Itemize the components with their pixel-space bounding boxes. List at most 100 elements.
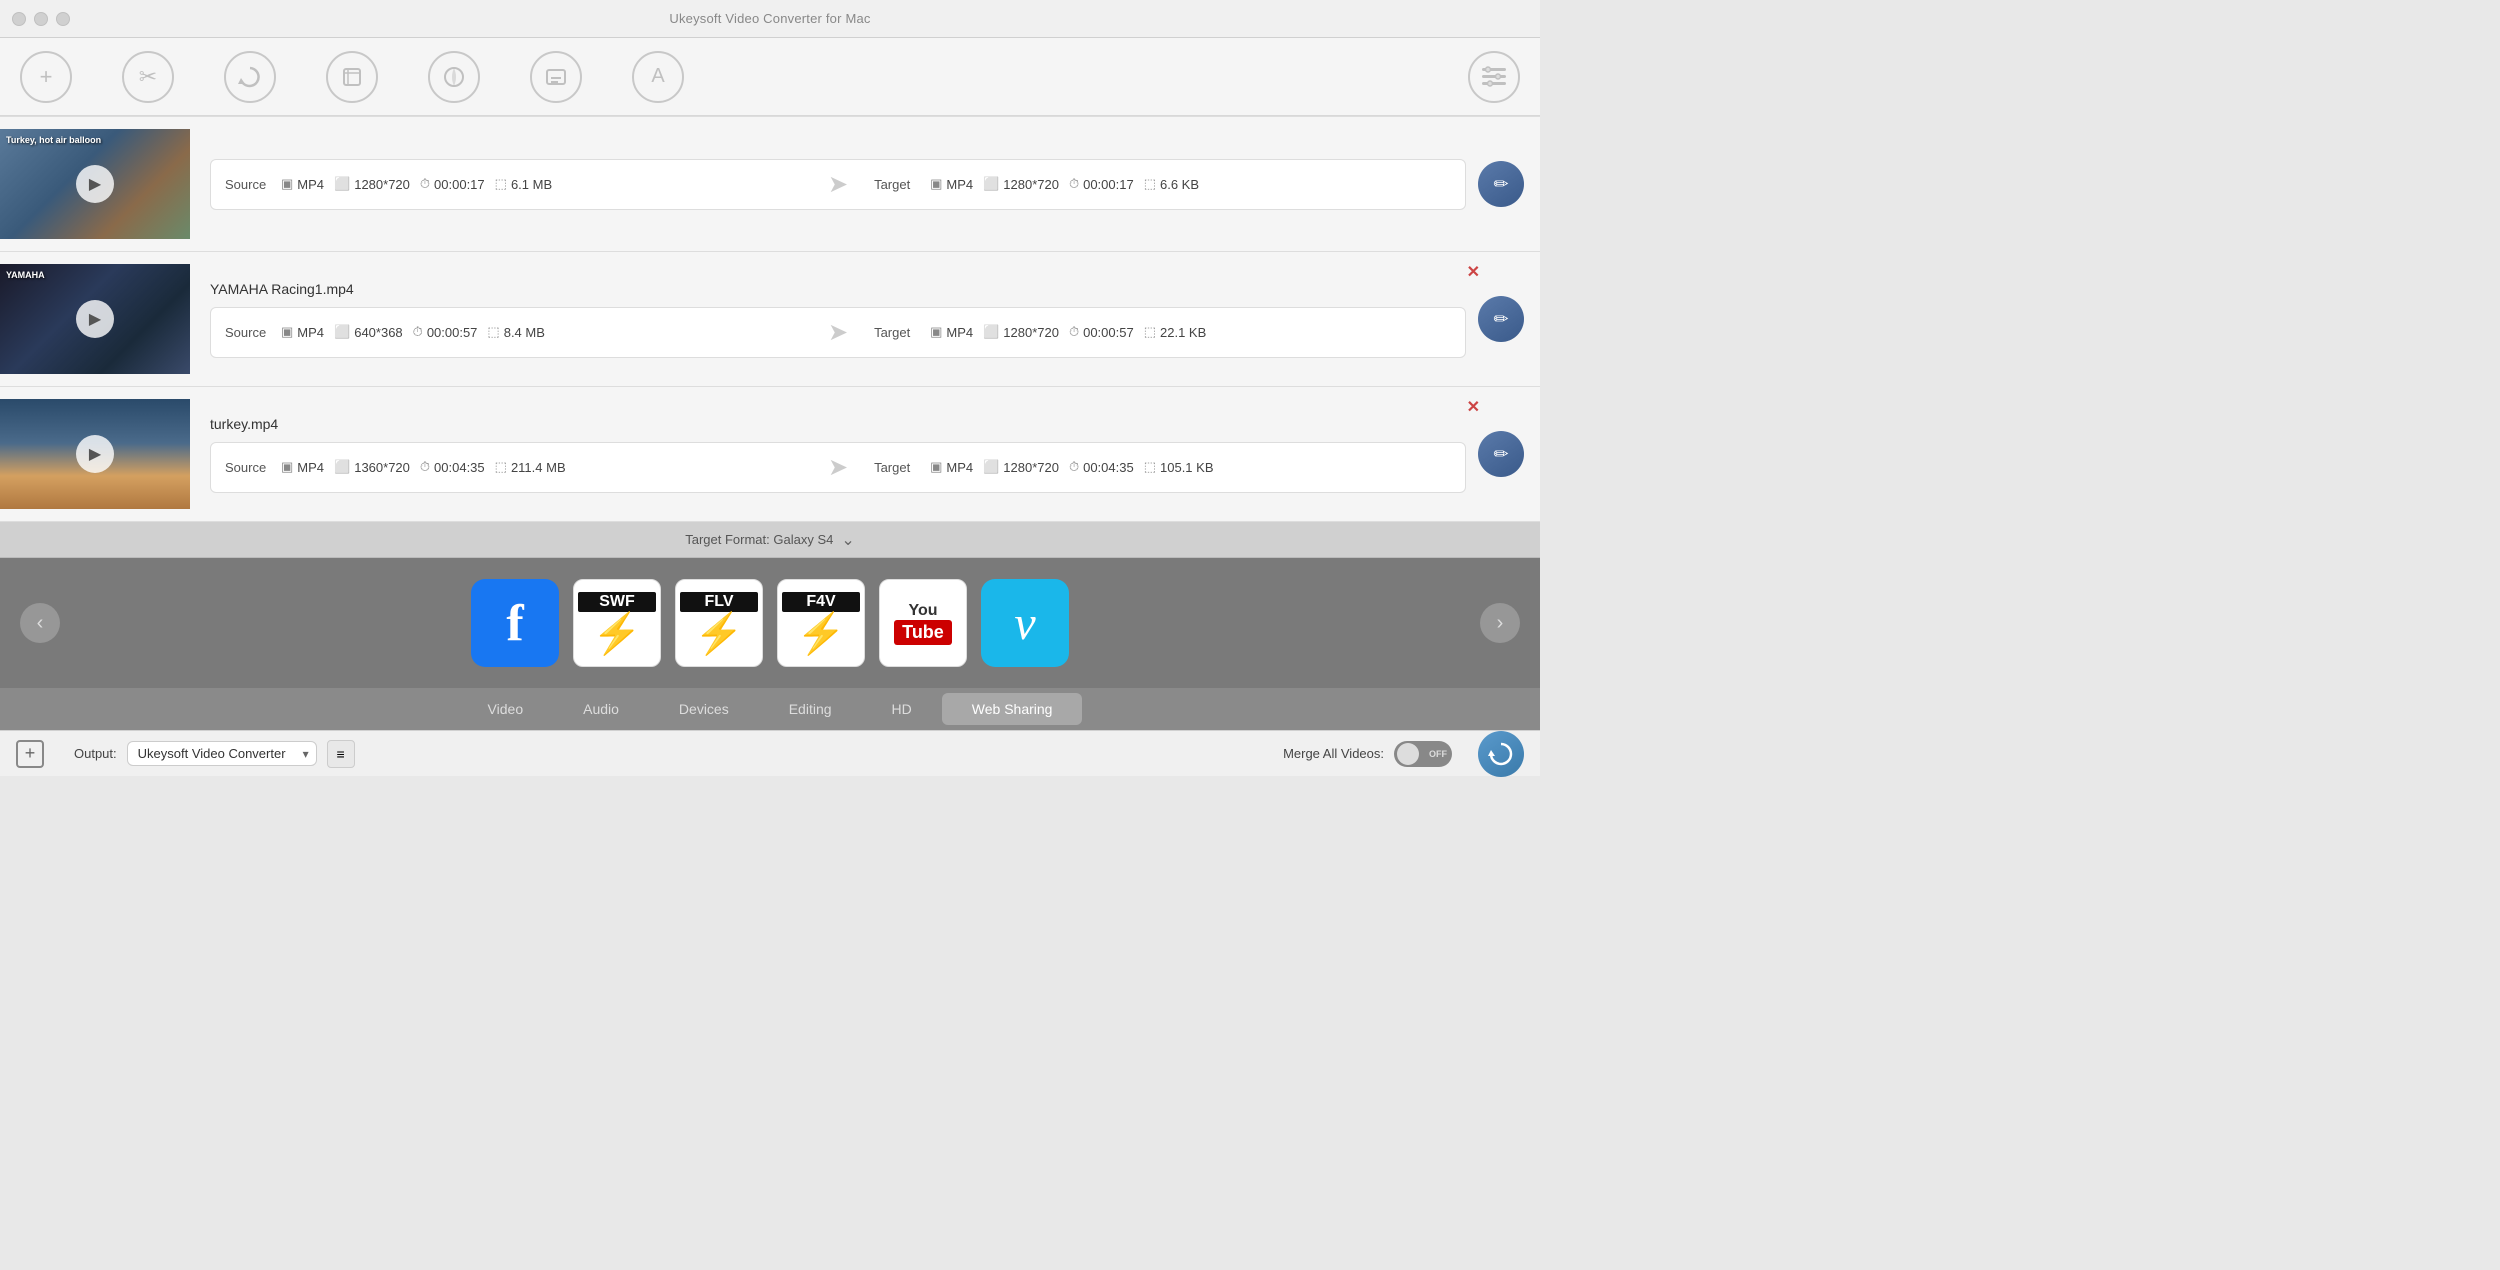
flv-label: FLV [680, 592, 758, 612]
target-meta: ▣ MP4 ⬜ 1280*720 ⏱ 00:00:17 ⬚ 6.6 KB [930, 176, 1451, 192]
format-icon: ▣ [281, 176, 293, 192]
format-icon: ▣ [930, 176, 942, 192]
output-label: Output: [74, 746, 117, 761]
add-icon[interactable]: + [20, 51, 72, 103]
toolbar: + ✂ A [0, 38, 1540, 116]
video-thumbnail[interactable]: ▶ [0, 399, 190, 509]
source-label: Source [225, 177, 275, 192]
format-vimeo[interactable]: v [981, 579, 1069, 667]
edit-button[interactable]: ✏ [1478, 161, 1524, 207]
format-icons-area: ‹ f SWF ⚡ FLV ⚡ F4V ⚡ You Tube [0, 558, 1540, 688]
video-row: Source ▣ MP4 ⬜ 1360*720 ⏱ 00:04:35 [210, 442, 1466, 493]
format-bar[interactable]: Target Format: Galaxy S4 ⌄ [0, 522, 1540, 558]
prev-arrow[interactable]: ‹ [20, 603, 60, 643]
toggle-state: OFF [1429, 749, 1447, 759]
watermark-icon[interactable]: A [632, 51, 684, 103]
output-folder-button[interactable]: ≡ [327, 740, 355, 768]
maximize-button[interactable] [56, 12, 70, 26]
source-resolution: ⬜ 1280*720 [334, 176, 410, 192]
source-format: ▣ MP4 [281, 176, 324, 192]
resolution-icon: ⬜ [983, 324, 999, 340]
f4v-label: F4V [782, 592, 860, 612]
target-label: Target [874, 177, 924, 192]
video-thumbnail[interactable]: ▶ YAMAHA [0, 264, 190, 374]
thumbnail-label: Turkey, hot air balloon [6, 135, 101, 145]
target-meta: ▣ MP4 ⬜ 1280*720 ⏱ 00:00:57 ⬚ 22.1 KB [930, 324, 1451, 340]
resolution-icon: ⬜ [334, 459, 350, 475]
close-video-button[interactable]: ✕ [1467, 262, 1480, 282]
format-f4v[interactable]: F4V ⚡ [777, 579, 865, 667]
vimeo-icon: v [1014, 596, 1035, 651]
chevron-down-icon: ⌄ [841, 530, 854, 550]
edit-button[interactable]: ✏ [1478, 296, 1524, 342]
size-icon: ⬚ [1144, 324, 1156, 340]
output-selector[interactable]: Ukeysoft Video Converter ▾ [127, 741, 317, 766]
video-title: YAMAHA Racing1.mp4 [210, 281, 1466, 297]
convert-icon[interactable]: ✂ [122, 51, 174, 103]
thumbnail-label: YAMAHA [6, 270, 45, 280]
merge-toggle[interactable]: OFF [1394, 741, 1452, 767]
tab-audio[interactable]: Audio [553, 693, 649, 725]
duration-icon: ⏱ [413, 324, 423, 340]
effect-icon[interactable] [428, 51, 480, 103]
size-icon: ⬚ [495, 459, 507, 475]
subtitle-icon[interactable] [530, 51, 582, 103]
resolution-icon: ⬜ [983, 176, 999, 192]
tab-web-sharing[interactable]: Web Sharing [942, 693, 1083, 725]
output-select[interactable]: Ukeysoft Video Converter [127, 741, 317, 766]
tab-devices[interactable]: Devices [649, 693, 759, 725]
duration-icon: ⏱ [1069, 176, 1079, 192]
format-flv[interactable]: FLV ⚡ [675, 579, 763, 667]
app-title: Ukeysoft Video Converter for Mac [669, 11, 870, 26]
close-button[interactable] [12, 12, 26, 26]
format-swf[interactable]: SWF ⚡ [573, 579, 661, 667]
arrow-divider: ➤ [808, 318, 868, 347]
close-video-button[interactable]: ✕ [1467, 397, 1480, 417]
target-duration: ⏱ 00:04:35 [1069, 459, 1134, 475]
convert-button[interactable] [1478, 731, 1524, 777]
target-size: ⬚ 22.1 KB [1144, 324, 1207, 340]
play-button[interactable]: ▶ [76, 435, 114, 473]
tab-editing[interactable]: Editing [759, 693, 862, 725]
play-button[interactable]: ▶ [76, 165, 114, 203]
add-video-button[interactable]: + [16, 740, 44, 768]
edit-button[interactable]: ✏ [1478, 431, 1524, 477]
merge-section: Merge All Videos: OFF [1283, 741, 1452, 767]
toggle-knob [1397, 743, 1419, 765]
format-icon: ▣ [930, 459, 942, 475]
target-size: ⬚ 6.6 KB [1144, 176, 1199, 192]
format-facebook[interactable]: f [471, 579, 559, 667]
tab-hd[interactable]: HD [862, 693, 942, 725]
settings-icon[interactable] [1468, 51, 1520, 103]
target-resolution: ⬜ 1280*720 [983, 324, 1059, 340]
video-row: Source ▣ MP4 ⬜ 1280*720 ⏱ 00:00:17 [210, 159, 1466, 210]
video-title: turkey.mp4 [210, 416, 1466, 432]
minimize-button[interactable] [34, 12, 48, 26]
merge-label: Merge All Videos: [1283, 746, 1384, 761]
target-format: ▣ MP4 [930, 176, 973, 192]
target-format: ▣ MP4 [930, 459, 973, 475]
flash-icon: ⚡ [694, 614, 744, 654]
video-list: ▶ Turkey, hot air balloon Source ▣ MP4 ⬜… [0, 116, 1540, 522]
format-icon: ▣ [281, 459, 293, 475]
format-youtube[interactable]: You Tube [879, 579, 967, 667]
size-icon: ⬚ [495, 176, 507, 192]
size-icon: ⬚ [1144, 459, 1156, 475]
video-item: ▶ YAMAHA YAMAHA Racing1.mp4 Source ▣ MP4… [0, 252, 1540, 387]
source-size: ⬚ 6.1 MB [495, 176, 552, 192]
next-arrow[interactable]: › [1480, 603, 1520, 643]
target-label: Target [874, 460, 924, 475]
target-format: ▣ MP4 [930, 324, 973, 340]
crop-icon[interactable] [326, 51, 378, 103]
source-resolution: ⬜ 640*368 [334, 324, 403, 340]
source-duration: ⏱ 00:04:35 [420, 459, 485, 475]
refresh-icon[interactable] [224, 51, 276, 103]
target-meta: ▣ MP4 ⬜ 1280*720 ⏱ 00:04:35 ⬚ 105.1 KB [930, 459, 1451, 475]
size-icon: ⬚ [1144, 176, 1156, 192]
play-button[interactable]: ▶ [76, 300, 114, 338]
source-size: ⬚ 211.4 MB [495, 459, 566, 475]
source-meta: ▣ MP4 ⬜ 1280*720 ⏱ 00:00:17 ⬚ 6.1 MB [281, 176, 802, 192]
traffic-lights [12, 12, 70, 26]
tab-video[interactable]: Video [458, 693, 554, 725]
video-thumbnail[interactable]: ▶ Turkey, hot air balloon [0, 129, 190, 239]
